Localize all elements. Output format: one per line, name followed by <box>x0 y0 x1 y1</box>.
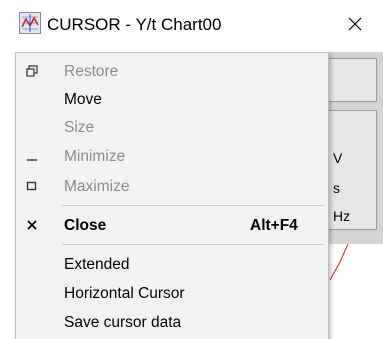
restore-icon <box>24 63 40 79</box>
unit-label-hertz: Hz <box>333 208 351 224</box>
menu-item-save-cursor-data[interactable]: Save cursor data <box>16 308 328 337</box>
menu-separator <box>62 244 324 245</box>
menu-item-label: Size <box>64 119 95 136</box>
menu-item-label: Restore <box>64 63 119 80</box>
menu-item-label: Extended <box>64 256 130 273</box>
menu-item-move[interactable]: Move <box>16 85 328 114</box>
menu-separator <box>62 205 324 206</box>
menu-item-horizontal-cursor[interactable]: Horizontal Cursor <box>16 279 328 308</box>
menu-item-minimize[interactable]: Minimize <box>16 142 328 171</box>
unit-label-seconds: s <box>333 180 340 196</box>
minimize-icon <box>24 148 40 164</box>
menu-item-label: Move <box>64 91 102 108</box>
menu-item-restore[interactable]: Restore <box>16 57 328 86</box>
menu-item-label: Save cursor data <box>64 314 182 331</box>
menu-item-label: Horizontal Cursor <box>64 285 185 302</box>
menu-item-shortcut: Alt+F4 <box>250 217 298 234</box>
close-icon <box>348 17 362 31</box>
menu-item-label: Maximize <box>64 178 130 195</box>
window-close-button[interactable] <box>334 6 376 42</box>
menu-item-extended[interactable]: Extended <box>16 250 328 279</box>
maximize-icon <box>24 178 40 194</box>
window-title: CURSOR - Y/t Chart00 <box>47 15 222 34</box>
unit-label-volts: V <box>333 150 343 166</box>
menu-item-size[interactable]: Size <box>16 113 328 142</box>
menu-item-close[interactable]: Close Alt+F4 <box>16 211 328 240</box>
menu-item-maximize[interactable]: Maximize <box>16 172 328 201</box>
chart-app-icon[interactable] <box>19 12 41 34</box>
close-icon <box>24 217 40 233</box>
title-bar[interactable]: CURSOR - Y/t Chart00 <box>0 0 383 52</box>
menu-item-label: Minimize <box>64 148 126 165</box>
system-context-menu: Restore Move Size Minimize Maximize Clos… <box>15 52 329 339</box>
menu-item-label: Close <box>64 217 107 234</box>
